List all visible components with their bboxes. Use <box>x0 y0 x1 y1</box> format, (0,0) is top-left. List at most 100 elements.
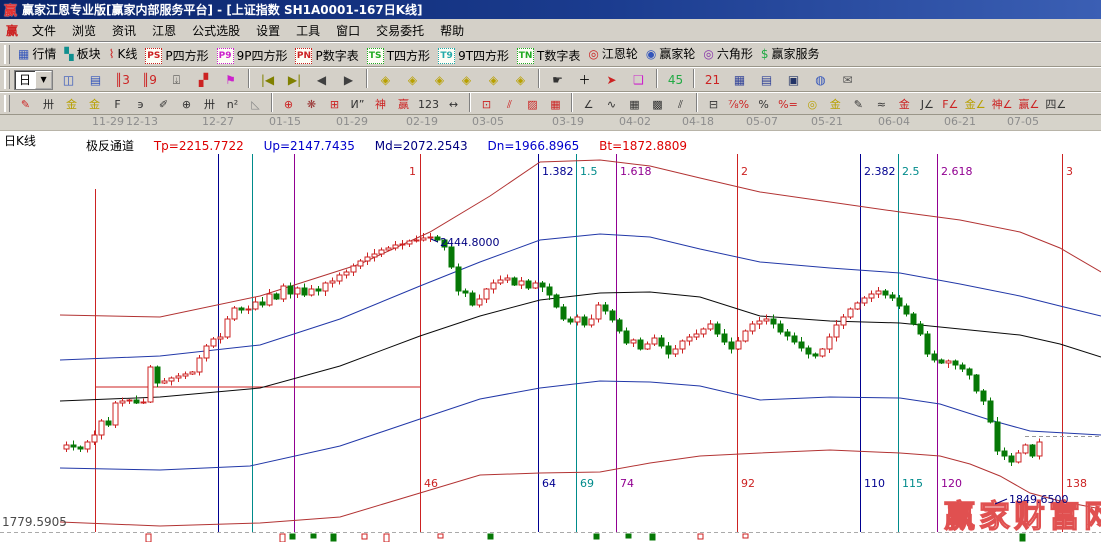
stamp-button[interactable]: ❑ <box>625 69 652 90</box>
9t-square-button[interactable]: T99T四方形 <box>434 45 513 66</box>
info-panel-button[interactable]: ▤ <box>82 69 109 90</box>
grid-tool-button[interactable]: 卅 <box>37 94 60 115</box>
spiral-button[interactable]: ϶ <box>129 94 152 115</box>
gann-star-button[interactable]: ◈ <box>480 69 507 90</box>
menu-item-8[interactable]: 交易委托 <box>368 22 432 40</box>
prev-bar-button[interactable]: ◀ <box>308 69 335 90</box>
9p-square-button[interactable]: P99P四方形 <box>213 45 292 66</box>
gold-red-button[interactable]: 金 <box>893 94 916 115</box>
pen2-button[interactable]: ✎ <box>847 94 870 115</box>
menu-item-5[interactable]: 设置 <box>248 22 288 40</box>
chart-area[interactable]: 日K线 极反通道 Tp=2215.7722 Up=2147.7435 Md=20… <box>0 131 1101 542</box>
t-square-button[interactable]: TST四方形 <box>363 45 434 66</box>
menu-item-2[interactable]: 资讯 <box>104 22 144 40</box>
compress-9-button[interactable]: ║9 <box>136 69 163 90</box>
gann-compress-button[interactable]: ◈ <box>453 69 480 90</box>
n-square-button[interactable]: n² <box>221 94 244 115</box>
menu-item-9[interactable]: 帮助 <box>432 22 472 40</box>
zigzag-button[interactable]: ∿ <box>600 94 623 115</box>
gold-grid-button[interactable]: 金 <box>60 94 83 115</box>
market-quotes-button[interactable]: ▦行情 <box>14 43 60 64</box>
wave-button[interactable]: ≈ <box>870 94 893 115</box>
pointer-label-button[interactable]: ➤ <box>598 69 625 90</box>
kline-button[interactable]: ⌇K线 <box>105 43 142 64</box>
menu-item-4[interactable]: 公式选股 <box>184 22 248 40</box>
compress-3-button[interactable]: ║3 <box>109 69 136 90</box>
gold-line-button[interactable]: 金 <box>824 94 847 115</box>
gold-angle-button[interactable]: 金∠ <box>962 94 989 115</box>
circle-grid-button[interactable]: ⊕ <box>175 94 198 115</box>
menu-item-3[interactable]: 江恩 <box>144 22 184 40</box>
f-angle-button[interactable]: F∠ <box>939 94 962 115</box>
candlestick-chart[interactable]: 1461.382641.5691.618742922.3821102.51152… <box>0 131 1101 542</box>
first-bar-button[interactable]: |◀ <box>254 69 281 90</box>
gann-box-button[interactable]: ⊟ <box>702 94 725 115</box>
win-angle-button[interactable]: 赢∠ <box>1016 94 1043 115</box>
gann-shift-right-button[interactable]: ◈ <box>399 69 426 90</box>
net-save-button[interactable]: ◍ <box>807 69 834 90</box>
save-button[interactable]: ▣ <box>780 69 807 90</box>
next-bar-button[interactable]: ▶ <box>335 69 362 90</box>
pen-tool-button[interactable]: ✎ <box>14 94 37 115</box>
set-square-button[interactable]: ◺ <box>244 94 267 115</box>
gann-wheel-button[interactable]: ◎江恩轮 <box>584 43 642 64</box>
calendar-button[interactable]: 21 <box>699 69 726 90</box>
hand-tool-button[interactable]: ☛ <box>544 69 571 90</box>
candle-style-button[interactable]: ⍗ <box>163 69 190 90</box>
chevron-down-icon[interactable]: ▼ <box>35 71 52 89</box>
last-bar-button[interactable]: ▶| <box>281 69 308 90</box>
sector-blocks-button[interactable]: ▚板块 <box>60 43 104 64</box>
toolbar-grip[interactable] <box>4 70 10 88</box>
gann-expand-button[interactable]: ◈ <box>426 69 453 90</box>
black-grid2-button[interactable]: ▩ <box>646 94 669 115</box>
grid-box-button[interactable]: ⊞ <box>323 94 346 115</box>
percent-line-button[interactable]: %= <box>775 94 801 115</box>
gann-cross-button[interactable]: ◈ <box>507 69 534 90</box>
crosshair-button[interactable]: ＋ <box>571 69 598 90</box>
menu-item-7[interactable]: 窗口 <box>328 22 368 40</box>
ruler-grid-button[interactable]: 123 <box>415 94 442 115</box>
angle-45-button[interactable]: 45 <box>662 69 689 90</box>
menu-item-6[interactable]: 工具 <box>288 22 328 40</box>
parallel-button[interactable]: ⫽ <box>669 94 692 115</box>
hexagon-button[interactable]: ◎六角形 <box>699 43 757 64</box>
f-grid-button[interactable]: F <box>106 94 129 115</box>
shen-angle-button[interactable]: 神∠ <box>989 94 1016 115</box>
mail-button[interactable]: ✉ <box>834 69 861 90</box>
gold-circle-button[interactable]: ◎ <box>801 94 824 115</box>
multi-grid-button[interactable]: 卅 <box>198 94 221 115</box>
p-number-table-button[interactable]: PNP数字表 <box>291 45 362 66</box>
win-grid-button[interactable]: 赢 <box>392 94 415 115</box>
width-button[interactable]: ↔ <box>442 94 465 115</box>
flag-chart-button[interactable]: ⚑ <box>217 69 244 90</box>
percent78-button[interactable]: ⅞% <box>725 94 752 115</box>
shaded-box-button[interactable]: ▨ <box>521 94 544 115</box>
gann-shift-left-button[interactable]: ◈ <box>372 69 399 90</box>
pen-grid-button[interactable]: ✐ <box>152 94 175 115</box>
target-button[interactable]: ⊕ <box>277 94 300 115</box>
p-square-button[interactable]: PSP四方形 <box>141 45 212 66</box>
menu-item-0[interactable]: 文件 <box>24 22 64 40</box>
title-bar[interactable]: 赢 赢家江恩专业版[赢家内部服务平台] - [上证指数 SH1A0001-167… <box>0 0 1101 19</box>
angle-set-button[interactable]: ∠ <box>577 94 600 115</box>
period-selector[interactable]: 日 ▼ <box>14 70 53 90</box>
calculator-button[interactable]: ▦ <box>726 69 753 90</box>
square-pair-button[interactable]: ⊡ <box>475 94 498 115</box>
menu-item-1[interactable]: 浏览 <box>64 22 104 40</box>
indicator-window-button[interactable]: ◫ <box>55 69 82 90</box>
winner-wheel-button[interactable]: ◉赢家轮 <box>642 43 700 64</box>
quote-mark-button[interactable]: И” <box>346 94 369 115</box>
winner-service-button[interactable]: $赢家服务 <box>757 43 824 64</box>
toolbar-grip[interactable] <box>4 95 10 112</box>
notes-button[interactable]: ▤ <box>753 69 780 90</box>
gold-grid2-button[interactable]: 金 <box>83 94 106 115</box>
percent-button[interactable]: % <box>752 94 775 115</box>
toolbar-grip[interactable] <box>4 45 10 63</box>
fan-lines-button[interactable]: ⫽ <box>498 94 521 115</box>
j-angle-button[interactable]: J∠ <box>916 94 939 115</box>
four-angle-button[interactable]: 四∠ <box>1042 94 1069 115</box>
web-button[interactable]: ❋ <box>300 94 323 115</box>
shaded-box2-button[interactable]: ▦ <box>544 94 567 115</box>
shen-grid-button[interactable]: 神 <box>369 94 392 115</box>
t-number-table-button[interactable]: TNT数字表 <box>513 45 584 66</box>
